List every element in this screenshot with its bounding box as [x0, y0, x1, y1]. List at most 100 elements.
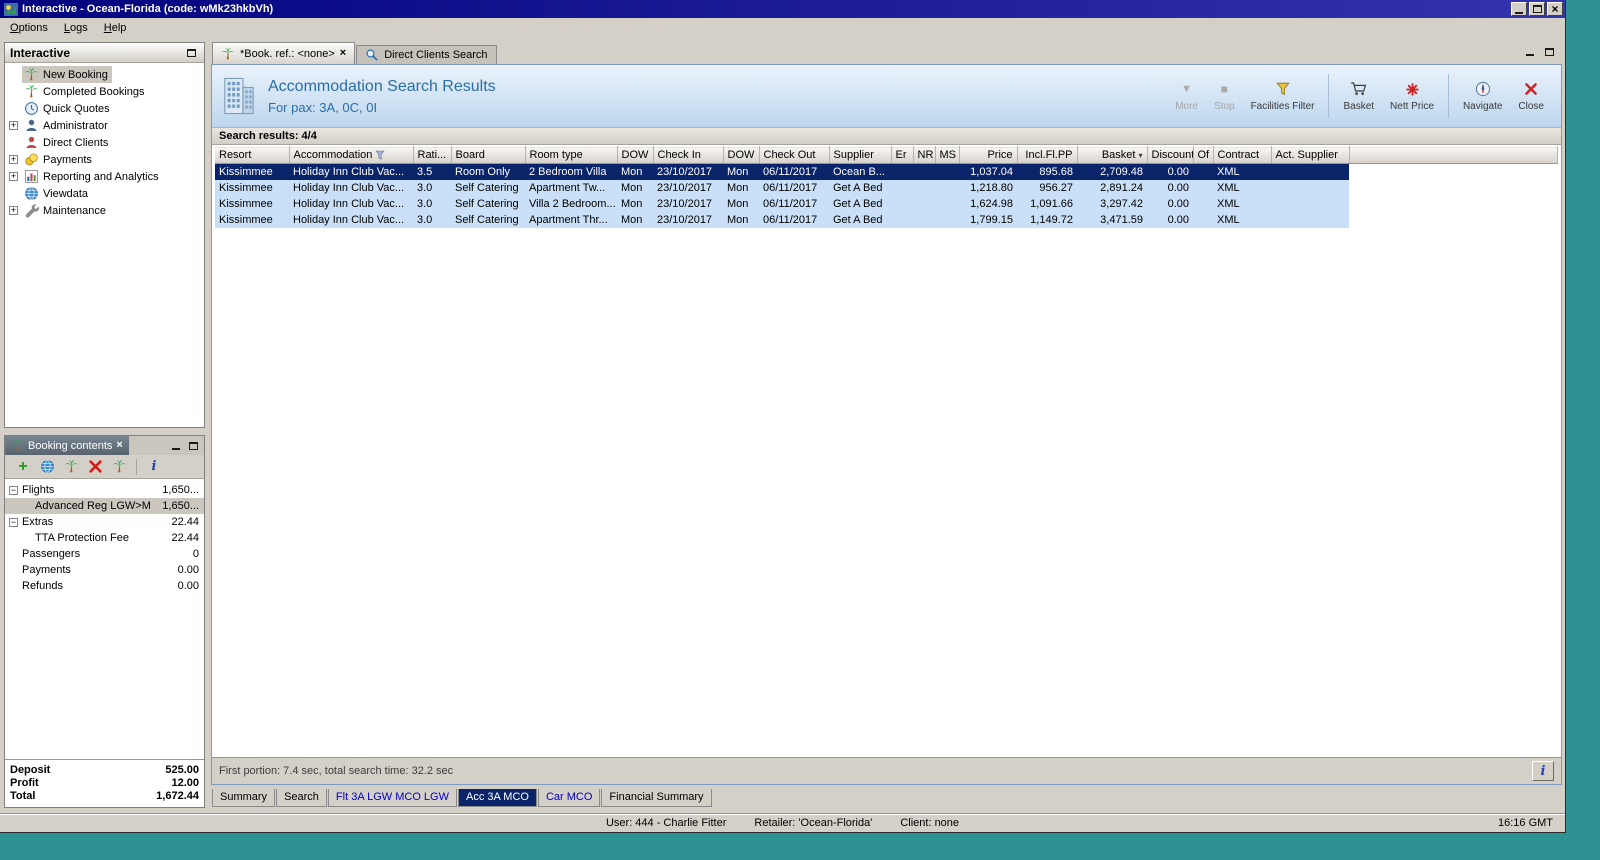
palm-tree-icon	[24, 67, 39, 82]
navigate-button[interactable]: Navigate	[1456, 77, 1509, 115]
result-row[interactable]: Kissimmee Holiday Inn Club Vac... 3.0 Self …	[215, 179, 1558, 196]
col-er[interactable]: Er	[891, 146, 914, 164]
chart-icon	[24, 169, 39, 184]
sidebar-item-direct-clients[interactable]: Direct Clients	[5, 134, 204, 151]
delete-button[interactable]	[85, 457, 105, 477]
col-room-type[interactable]: Room type	[525, 146, 618, 164]
booking-row-payments[interactable]: Payments 0.00	[5, 562, 204, 578]
collapse-panel-button[interactable]	[184, 46, 199, 60]
sidebar-item-reporting[interactable]: + Reporting and Analytics	[5, 168, 204, 185]
cell-act-supplier	[1271, 163, 1349, 180]
booking-row-refunds[interactable]: Refunds 0.00	[5, 578, 204, 594]
tab-direct-clients-search[interactable]: Direct Clients Search	[356, 45, 497, 64]
booking-contents-tab[interactable]: Booking contents ×	[5, 436, 129, 455]
col-basket[interactable]: Basket ▾	[1077, 146, 1148, 164]
cell-nr	[913, 179, 935, 196]
col-of[interactable]: Of	[1193, 146, 1214, 164]
facilities-filter-button[interactable]: Facilities Filter	[1244, 77, 1322, 115]
restore-button[interactable]	[1529, 2, 1545, 16]
col-supplier[interactable]: Supplier	[829, 146, 892, 164]
close-tab-icon[interactable]: ×	[340, 48, 346, 59]
booking-row-flight-item[interactable]: Advanced Reg LGW>M 1,650...	[5, 498, 204, 514]
sidebar-item-new-booking[interactable]: New Booking	[5, 66, 204, 83]
tab-summary[interactable]: Summary	[212, 789, 276, 807]
booking-row-extra-item[interactable]: TTA Protection Fee 22.44	[5, 530, 204, 546]
cell-incl-fl-pp: 956.27	[1017, 179, 1077, 196]
nett-price-button[interactable]: Nett Price	[1383, 77, 1441, 115]
panel-title: Interactive	[10, 45, 71, 60]
results-table-area: Resort Accommodation Rati... Board Room …	[212, 145, 1561, 757]
cell-price: 1,624.98	[959, 195, 1017, 212]
import-item-button[interactable]	[61, 457, 81, 477]
col-nr[interactable]: NR	[913, 146, 936, 164]
col-resort[interactable]: Resort	[215, 146, 290, 164]
sidebar-item-completed-bookings[interactable]: Completed Bookings	[5, 83, 204, 100]
add-button[interactable]: +	[13, 457, 33, 477]
cell-nr	[913, 195, 935, 212]
tab-flight[interactable]: Flt 3A LGW MCO LGW	[327, 789, 457, 807]
sidebar-item-maintenance[interactable]: + Maintenance	[5, 202, 204, 219]
tab-search[interactable]: Search	[276, 789, 327, 807]
expand-icon[interactable]: +	[9, 172, 18, 181]
expand-icon[interactable]: +	[9, 206, 18, 215]
cell-of	[1193, 179, 1213, 196]
result-row[interactable]: Kissimmee Holiday Inn Club Vac... 3.0 Self …	[215, 211, 1558, 228]
tab-financial-summary[interactable]: Financial Summary	[601, 789, 712, 807]
col-board[interactable]: Board	[451, 146, 526, 164]
refresh-button[interactable]	[37, 457, 57, 477]
booking-row-flights[interactable]: − Flights 1,650...	[5, 482, 204, 498]
restore-panel-button[interactable]	[186, 439, 201, 453]
col-accommodation[interactable]: Accommodation	[289, 146, 414, 164]
cell-rating: 3.0	[413, 179, 451, 196]
menu-options[interactable]: Options	[2, 20, 56, 36]
close-results-button[interactable]: Close	[1511, 77, 1551, 115]
sidebar-item-payments[interactable]: + Payments	[5, 151, 204, 168]
col-price[interactable]: Price	[959, 146, 1018, 164]
basket-button[interactable]: Basket	[1336, 77, 1381, 115]
col-ms[interactable]: MS	[935, 146, 960, 164]
col-dow-out[interactable]: DOW	[723, 146, 760, 164]
col-incl-fl-pp[interactable]: Incl.Fl.PP	[1017, 146, 1078, 164]
col-check-out[interactable]: Check Out	[759, 146, 830, 164]
cell-incl-fl-pp: 895.68	[1017, 163, 1077, 180]
tab-accommodation[interactable]: Acc 3A MCO	[458, 789, 537, 807]
col-act-supplier[interactable]: Act. Supplier	[1271, 146, 1350, 164]
collapse-icon[interactable]: −	[9, 485, 18, 495]
close-panel-icon[interactable]: ×	[116, 440, 122, 451]
booking-row-passengers[interactable]: Passengers 0	[5, 546, 204, 562]
minimize-button[interactable]	[1511, 2, 1527, 16]
col-rating[interactable]: Rati...	[413, 146, 452, 164]
col-dow-in[interactable]: DOW	[617, 146, 654, 164]
toolbar-separator	[1328, 74, 1330, 118]
expand-icon[interactable]: +	[9, 121, 18, 130]
expand-icon[interactable]: +	[9, 155, 18, 164]
tab-booking[interactable]: *Book. ref.: <none> ×	[212, 42, 356, 64]
menu-logs[interactable]: Logs	[56, 20, 96, 36]
mdi-restore-button[interactable]	[1542, 45, 1557, 59]
tab-car[interactable]: Car MCO	[537, 789, 601, 807]
col-discount[interactable]: Discount	[1147, 146, 1194, 164]
menu-help[interactable]: Help	[96, 20, 135, 36]
sidebar-item-viewdata[interactable]: Viewdata	[5, 185, 204, 202]
info-button[interactable]: i	[144, 457, 164, 477]
result-row[interactable]: Kissimmee Holiday Inn Club Vac... 3.5 Room …	[215, 163, 1558, 180]
column-filter-icon[interactable]	[375, 150, 385, 160]
booking-contents-panel: Booking contents × + i − Flights 1,650..…	[4, 435, 205, 808]
sidebar-item-administrator[interactable]: + Administrator	[5, 117, 204, 134]
export-item-button[interactable]	[109, 457, 129, 477]
booking-row-extras[interactable]: − Extras 22.44	[5, 514, 204, 530]
collapse-icon[interactable]: −	[9, 517, 18, 527]
navigate-icon	[1475, 81, 1491, 97]
col-check-in[interactable]: Check In	[653, 146, 724, 164]
more-icon: ▼	[1181, 82, 1193, 95]
mdi-minimize-button[interactable]	[1522, 45, 1537, 59]
cell-check-in: 23/10/2017	[653, 195, 723, 212]
sidebar-item-quick-quotes[interactable]: Quick Quotes	[5, 100, 204, 117]
result-row[interactable]: Kissimmee Holiday Inn Club Vac... 3.0 Self …	[215, 195, 1558, 212]
close-button[interactable]: ×	[1547, 2, 1563, 16]
cell-check-out: 06/11/2017	[759, 179, 829, 196]
minimize-panel-button[interactable]	[168, 439, 183, 453]
col-contract[interactable]: Contract	[1213, 146, 1272, 164]
info-button[interactable]: i	[1532, 761, 1554, 781]
app-icon	[4, 3, 18, 16]
